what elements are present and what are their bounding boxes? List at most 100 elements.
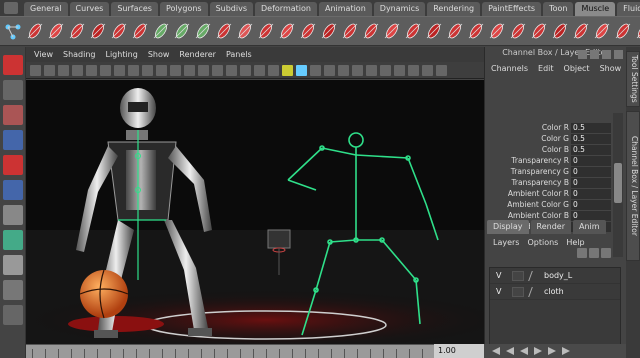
channel-box-icon[interactable] (578, 50, 587, 59)
muscle-tool-icon[interactable] (341, 20, 359, 42)
attribute-label[interactable]: Color G (487, 134, 571, 143)
viewport-toolbar-icon[interactable] (86, 64, 97, 76)
attribute-label[interactable]: Color B (487, 145, 571, 154)
shelf-tools-icon[interactable] (4, 23, 22, 41)
viewport-toolbar-icon[interactable] (142, 64, 153, 76)
attribute-value-field[interactable]: 0 (571, 199, 611, 210)
paint-select-icon[interactable] (3, 105, 23, 125)
layer-menu-layers[interactable]: Layers (493, 238, 519, 247)
current-frame-field[interactable]: 1.00 (434, 344, 484, 358)
tool-settings-tab[interactable]: Tool Settings (626, 51, 640, 107)
attribute-label[interactable]: Color R (487, 123, 571, 132)
new-layer-selected-icon[interactable] (589, 248, 599, 258)
muscle-tool-icon[interactable] (89, 20, 107, 42)
layer-tab-render[interactable]: Render (530, 220, 571, 234)
viewport-menu-renderer[interactable]: Renderer (179, 50, 216, 59)
attribute-value-field[interactable]: 0 (571, 188, 611, 199)
attribute-label[interactable]: Transparency B (487, 178, 571, 187)
shelf-menu-icon[interactable] (4, 2, 18, 14)
shelf-tab-dynamics[interactable]: Dynamics (373, 2, 426, 16)
muscle-icon[interactable] (3, 305, 23, 325)
layer-tab-display[interactable]: Display (487, 220, 529, 234)
muscle-tool-icon[interactable] (572, 20, 590, 42)
layer-name[interactable]: body_L (544, 271, 572, 280)
channel-box-menu-object[interactable]: Object (564, 64, 590, 73)
rotate-tool-icon[interactable] (3, 155, 23, 175)
play-forwards-icon[interactable] (534, 347, 542, 355)
muscle-tool-icon[interactable] (551, 20, 569, 42)
viewport-toolbar-icon[interactable] (156, 64, 167, 76)
shelf-tab-rendering[interactable]: Rendering (427, 2, 481, 16)
new-layer-icon[interactable] (577, 248, 587, 258)
viewport-toolbar-icon[interactable] (338, 64, 349, 76)
muscle-tool-icon[interactable] (110, 20, 128, 42)
shelf-tab-polygons[interactable]: Polygons (159, 2, 208, 16)
channel-box-menu-edit[interactable]: Edit (538, 64, 554, 73)
shelf-tab-general[interactable]: General (24, 2, 68, 16)
muscle-tool-icon[interactable] (257, 20, 275, 42)
muscle-tool-icon[interactable] (362, 20, 380, 42)
viewport-toolbar-icon[interactable] (422, 64, 433, 76)
attribute-value-field[interactable]: 0.5 (571, 122, 611, 133)
viewport-toolbar-icon[interactable] (254, 64, 265, 76)
muscle-tool-icon[interactable] (614, 20, 632, 42)
viewport-toolbar-icon[interactable] (212, 64, 223, 76)
attribute-value-field[interactable]: 0 (571, 166, 611, 177)
attribute-value-field[interactable]: 0.5 (571, 133, 611, 144)
time-slider[interactable] (26, 344, 484, 358)
layer-options-icon[interactable] (601, 248, 611, 258)
step-back-icon[interactable] (506, 347, 514, 355)
layer-tab-anim[interactable]: Anim (572, 220, 606, 234)
tool-settings-icon[interactable] (602, 50, 611, 59)
viewport-toolbar-icon[interactable] (296, 64, 307, 76)
viewport-toolbar-icon[interactable] (240, 64, 251, 76)
channel-box-tab[interactable]: Channel Box / Layer Editor (626, 111, 640, 261)
muscle-tool-icon[interactable] (488, 20, 506, 42)
attribute-value-field[interactable]: 0 (571, 177, 611, 188)
layer-editor-icon[interactable] (614, 50, 623, 59)
channel-box-menu-channels[interactable]: Channels (491, 64, 528, 73)
viewport-toolbar-icon[interactable] (408, 64, 419, 76)
attribute-value-field[interactable]: 0 (571, 155, 611, 166)
layer-name[interactable]: cloth (544, 287, 564, 296)
viewport-menu-shading[interactable]: Shading (63, 50, 96, 59)
move-tool-icon[interactable] (3, 130, 23, 150)
channel-box-menu-show[interactable]: Show (600, 64, 622, 73)
muscle-tool-icon[interactable] (635, 20, 640, 42)
layer-row[interactable]: Vbody_L (490, 268, 620, 284)
attribute-value-field[interactable]: 0.5 (571, 144, 611, 155)
shelf-tab-muscle[interactable]: Muscle (575, 2, 616, 16)
muscle-tool-icon[interactable] (383, 20, 401, 42)
viewport-toolbar-icon[interactable] (226, 64, 237, 76)
shelf-tab-painteffects[interactable]: PaintEffects (482, 2, 542, 16)
layer-color-swatch[interactable] (528, 270, 540, 281)
attribute-label[interactable]: Ambient Color B (487, 211, 571, 220)
muscle-tool-icon[interactable] (530, 20, 548, 42)
perspective-viewport[interactable] (26, 80, 484, 344)
muscle-tool-icon[interactable] (26, 20, 44, 42)
viewport-toolbar-icon[interactable] (170, 64, 181, 76)
manipulator-icon[interactable] (3, 205, 23, 225)
select-tool-icon[interactable] (3, 55, 23, 75)
muscle-tool-icon[interactable] (320, 20, 338, 42)
muscle-tool-icon[interactable] (47, 20, 65, 42)
muscle-tool-icon[interactable] (173, 20, 191, 42)
viewport-menu-view[interactable]: View (34, 50, 53, 59)
viewport-toolbar-icon[interactable] (310, 64, 321, 76)
last-tool-icon[interactable] (3, 230, 23, 250)
attribute-label[interactable]: Transparency R (487, 156, 571, 165)
lasso-tool-icon[interactable] (3, 80, 23, 100)
layer-menu-help[interactable]: Help (566, 238, 584, 247)
attribute-label[interactable]: Ambient Color R (487, 189, 571, 198)
muscle-tool-icon[interactable] (467, 20, 485, 42)
muscle-tool-icon[interactable] (131, 20, 149, 42)
viewport-toolbar-icon[interactable] (58, 64, 69, 76)
shelf-tab-fluids[interactable]: Fluids (617, 2, 640, 16)
viewport-toolbar-icon[interactable] (100, 64, 111, 76)
shelf-tab-deformation[interactable]: Deformation (255, 2, 317, 16)
viewport-toolbar-icon[interactable] (352, 64, 363, 76)
layer-visibility-toggle[interactable]: V (496, 271, 506, 280)
shelf-tab-surfaces[interactable]: Surfaces (111, 2, 158, 16)
viewport-menu-panels[interactable]: Panels (226, 50, 252, 59)
muscle-tool-icon[interactable] (509, 20, 527, 42)
